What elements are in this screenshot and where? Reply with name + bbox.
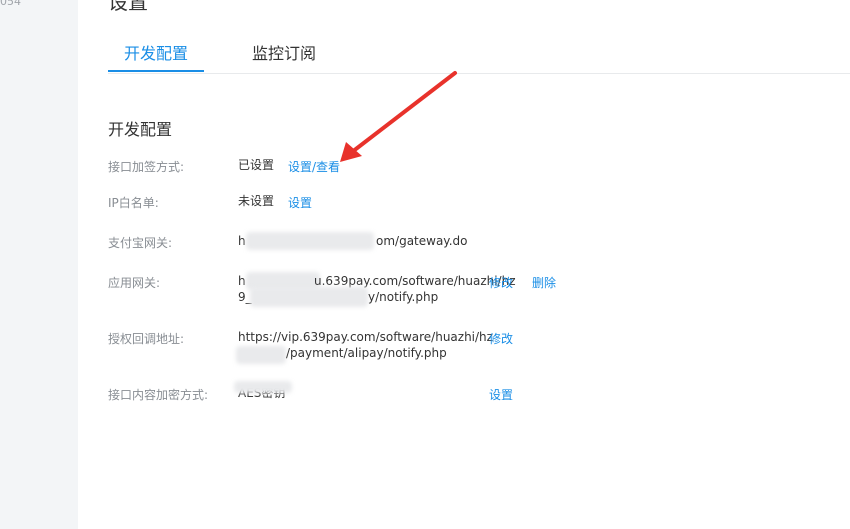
app-gateway-delete-link[interactable]: 删除 <box>532 274 556 291</box>
tab-dev-config[interactable]: 开发配置 <box>124 40 188 72</box>
ip-whitelist-value: 未设置 <box>238 194 275 208</box>
settings-page: 054 设置 开发配置 监控订阅 开发配置 接口加签方式: 已设置 设置/查看 … <box>0 0 850 529</box>
app-gateway-line1-prefix: h <box>238 274 246 288</box>
encrypt-method-set-link[interactable]: 设置 <box>489 386 513 403</box>
page-title: 设置 <box>108 0 148 14</box>
redacted-block <box>246 232 374 250</box>
alipay-gateway-value-suffix: om/gateway.do <box>376 234 468 248</box>
active-tab-indicator <box>108 70 204 72</box>
app-gateway-label: 应用网关: <box>108 276 161 290</box>
encrypt-method-label: 接口内容加密方式: <box>108 388 209 402</box>
ip-whitelist-label: IP白名单: <box>108 196 159 210</box>
redacted-block <box>250 287 368 307</box>
section-title: 开发配置 <box>108 120 173 139</box>
auth-callback-edit-link[interactable]: 修改 <box>489 330 513 347</box>
auth-callback-label: 授权回调地址: <box>108 332 185 346</box>
ip-whitelist-set-link[interactable]: 设置 <box>288 194 312 211</box>
alipay-gateway-value-prefix: h <box>238 234 246 248</box>
annotation-arrow-icon <box>340 71 457 162</box>
tab-monitor-subscribe[interactable]: 监控订阅 <box>252 40 316 72</box>
alipay-gateway-label: 支付宝网关: <box>108 236 173 250</box>
app-gateway-line2-suffix: y/notify.php <box>368 290 439 304</box>
left-sidebar: 054 <box>0 0 78 529</box>
sign-method-label: 接口加签方式: <box>108 160 185 174</box>
tab-bar: 开发配置 监控订阅 <box>108 40 850 74</box>
auth-callback-line2-suffix: /payment/alipay/notify.php <box>286 346 447 360</box>
redacted-block <box>236 346 286 364</box>
sign-method-value: 已设置 <box>238 158 275 172</box>
app-gateway-edit-link[interactable]: 修改 <box>489 274 513 291</box>
auth-callback-line1: https://vip.639pay.com/software/huazhi/h… <box>238 330 493 344</box>
sidebar-id-fragment: 054 <box>0 0 21 8</box>
redacted-block <box>234 381 292 393</box>
